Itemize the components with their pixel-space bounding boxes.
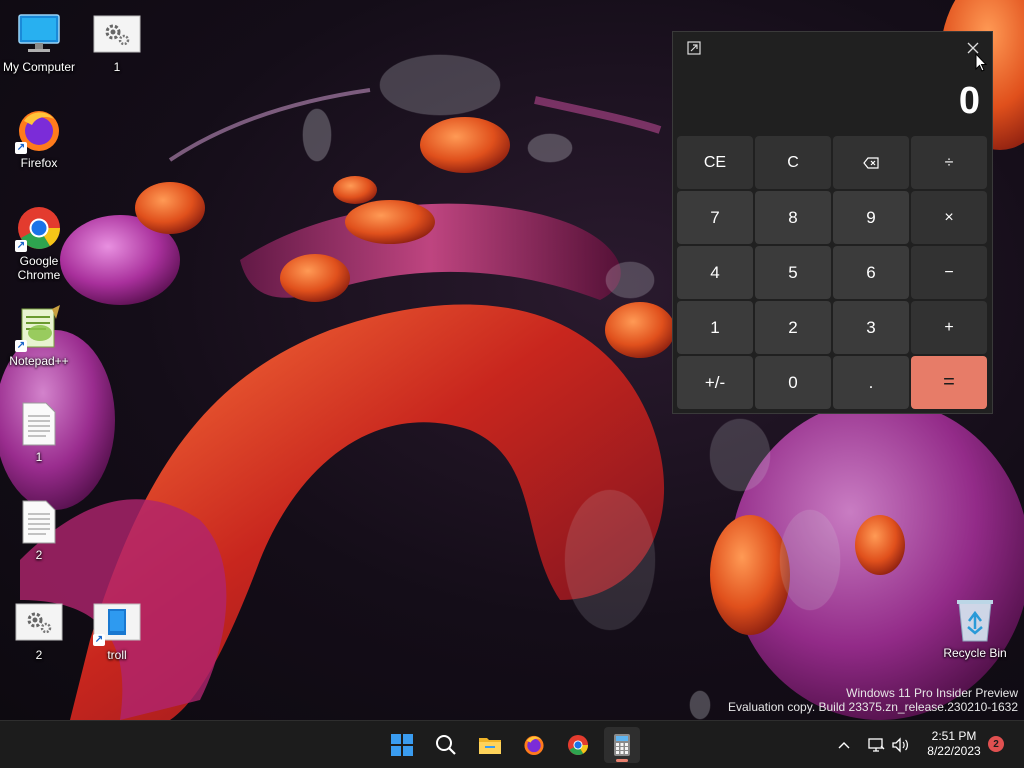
file-explorer-icon — [479, 738, 501, 754]
minus-button[interactable]: − — [911, 246, 987, 299]
chevron-up-icon — [838, 742, 850, 749]
desktop-icon-label: 2 — [35, 548, 43, 562]
digit-6-button[interactable]: 6 — [833, 246, 909, 299]
clock-date: 8/22/2023 — [927, 744, 981, 758]
recycle-bin-icon — [951, 596, 999, 644]
network-icon — [868, 738, 885, 752]
gear-file-icon — [93, 10, 141, 58]
digit-4-button[interactable]: 4 — [677, 246, 753, 299]
divide-button[interactable]: ÷ — [911, 136, 987, 189]
app-shortcut-icon: ↗ — [93, 598, 141, 646]
desktop-icon-label: My Computer — [2, 60, 76, 74]
desktop-icon-label: 2 — [35, 648, 43, 662]
gear-file-icon — [15, 598, 63, 646]
equals-button[interactable]: = — [911, 356, 987, 409]
digit-3-button[interactable]: 3 — [833, 301, 909, 354]
chrome-taskbar-button[interactable] — [560, 727, 596, 763]
desktop-icon-firefox[interactable]: ↗ Firefox — [0, 106, 78, 170]
show-hidden-icons-button[interactable] — [834, 735, 854, 755]
chrome-icon: ↗ — [15, 204, 63, 252]
search-button[interactable] — [428, 727, 464, 763]
negate-button[interactable]: +/- — [677, 356, 753, 409]
volume-icon — [892, 737, 908, 753]
decimal-button[interactable]: . — [833, 356, 909, 409]
start-button[interactable] — [384, 727, 420, 763]
backspace-icon — [863, 156, 879, 169]
desktop-icon-text-file-1[interactable]: 1 — [0, 400, 78, 464]
firefox-icon — [524, 735, 544, 756]
desktop-icon-notepadpp[interactable]: ↗ Notepad++ — [0, 304, 78, 368]
firefox-icon: ↗ — [15, 106, 63, 154]
desktop-icon-recycle-bin[interactable]: Recycle Bin — [936, 596, 1014, 660]
desktop-icon-troll[interactable]: ↗ troll — [78, 598, 156, 662]
watermark-edition: Windows 11 Pro Insider Preview — [846, 686, 1018, 700]
clock-time: 2:51 PM — [931, 729, 977, 743]
shortcut-arrow-icon: ↗ — [93, 634, 105, 646]
digit-8-button[interactable]: 8 — [755, 191, 831, 244]
search-icon — [436, 735, 456, 755]
calculator-icon — [614, 734, 630, 756]
calculator-display: 0 — [958, 80, 980, 122]
multiply-button[interactable]: × — [911, 191, 987, 244]
backspace-button[interactable] — [833, 136, 909, 189]
shortcut-arrow-icon: ↗ — [15, 240, 27, 252]
digit-7-button[interactable]: 7 — [677, 191, 753, 244]
compact-overlay-icon[interactable] — [687, 41, 701, 55]
clear-entry-button[interactable]: CE — [677, 136, 753, 189]
monitor-icon — [15, 10, 63, 58]
volume-button[interactable] — [890, 735, 910, 755]
desktop-icon-file-2-settings[interactable]: 2 — [0, 598, 78, 662]
shortcut-arrow-icon: ↗ — [15, 340, 27, 352]
desktop-icon-my-computer[interactable]: My Computer — [0, 10, 78, 74]
desktop-icon-label: troll — [107, 648, 127, 662]
desktop-icon-label: Notepad++ — [9, 354, 69, 368]
calculator-titlebar[interactable] — [673, 32, 992, 64]
shortcut-arrow-icon: ↗ — [15, 142, 27, 154]
desktop-icon-google-chrome[interactable]: ↗ Google Chrome — [0, 204, 78, 282]
desktop-icon-text-file-2[interactable]: 2 — [0, 498, 78, 562]
notepadpp-icon: ↗ — [15, 304, 63, 352]
clear-button[interactable]: C — [755, 136, 831, 189]
chrome-icon — [567, 734, 589, 756]
desktop-icon-label: Recycle Bin — [943, 646, 1007, 660]
notification-badge[interactable]: 2 — [988, 736, 1004, 752]
desktop-icon-label: 1 — [113, 60, 121, 74]
clock-button[interactable]: 2:51 PM 8/22/2023 — [920, 729, 988, 759]
digit-0-button[interactable]: 0 — [755, 356, 831, 409]
windows-watermark: Windows 11 Pro Insider Preview Evaluatio… — [728, 686, 1018, 714]
text-file-icon — [15, 400, 63, 448]
file-explorer-button[interactable] — [472, 727, 508, 763]
desktop-icon-label: Google Chrome — [17, 254, 61, 282]
digit-5-button[interactable]: 5 — [755, 246, 831, 299]
text-file-icon — [15, 498, 63, 546]
digit-2-button[interactable]: 2 — [755, 301, 831, 354]
firefox-taskbar-button[interactable] — [516, 727, 552, 763]
desktop-icon-label: Firefox — [20, 156, 58, 170]
taskbar: 2:51 PM 8/22/2023 — [0, 720, 1024, 768]
desktop-icon-file-1-settings[interactable]: 1 — [78, 10, 156, 74]
watermark-build: Evaluation copy. Build 23375.zn_release.… — [728, 700, 1018, 714]
plus-button[interactable]: + — [911, 301, 987, 354]
calculator-window[interactable]: 0 CE C ÷ 7 8 9 × 4 5 6 − 1 2 3 + +/- 0 .… — [672, 31, 993, 414]
start-icon — [391, 734, 413, 756]
active-app-indicator — [616, 759, 628, 762]
mouse-cursor-icon — [975, 53, 987, 72]
desktop-icon-label: 1 — [35, 450, 43, 464]
calculator-keypad: CE C ÷ 7 8 9 × 4 5 6 − 1 2 3 + +/- 0 . = — [677, 136, 990, 409]
network-button[interactable] — [866, 735, 886, 755]
digit-1-button[interactable]: 1 — [677, 301, 753, 354]
calculator-taskbar-button[interactable] — [604, 727, 640, 763]
digit-9-button[interactable]: 9 — [833, 191, 909, 244]
